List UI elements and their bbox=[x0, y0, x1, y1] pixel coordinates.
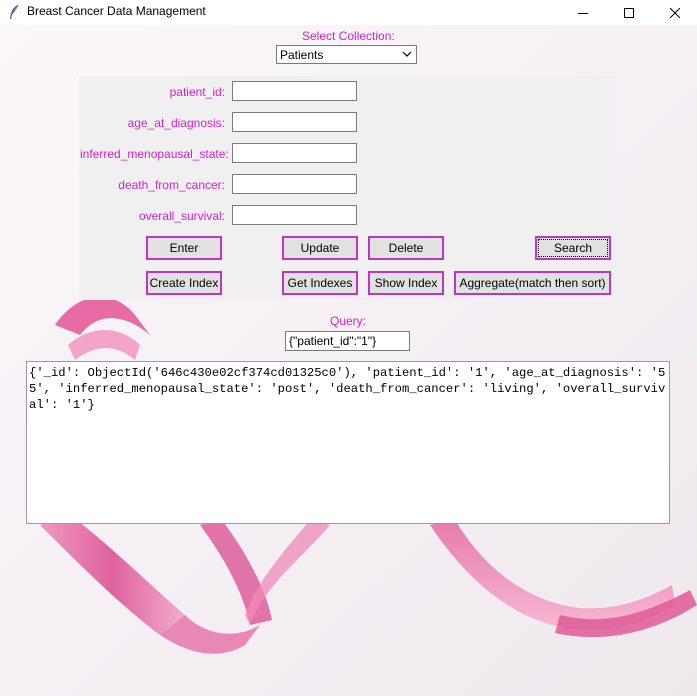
minimize-button[interactable] bbox=[560, 0, 605, 25]
close-icon bbox=[669, 7, 680, 18]
show-index-button[interactable]: Show Index bbox=[368, 271, 444, 295]
enter-button[interactable]: Enter bbox=[146, 236, 222, 260]
get-indexes-button[interactable]: Get Indexes bbox=[282, 271, 358, 295]
inferred-menopausal-state-label: inferred_menopausal_state: bbox=[80, 147, 229, 161]
close-button[interactable] bbox=[652, 0, 697, 25]
patient-id-input[interactable] bbox=[232, 81, 357, 101]
collection-select[interactable]: Patients bbox=[276, 45, 417, 64]
title-bar: Breast Cancer Data Management bbox=[0, 0, 697, 25]
update-button[interactable]: Update bbox=[282, 236, 358, 260]
result-textarea[interactable]: {'_id': ObjectId('646c430e02cf374cd01325… bbox=[26, 361, 670, 524]
aggregate-button[interactable]: Aggregate(match then sort) bbox=[454, 271, 611, 295]
delete-button[interactable]: Delete bbox=[368, 236, 444, 260]
death-from-cancer-input[interactable] bbox=[232, 174, 357, 194]
overall-survival-input[interactable] bbox=[232, 205, 357, 225]
collection-select-value: Patients bbox=[280, 47, 324, 62]
overall-survival-label: overall_survival: bbox=[138, 209, 225, 223]
create-index-button[interactable]: Create Index bbox=[146, 271, 222, 295]
age-at-diagnosis-label: age_at_diagnosis: bbox=[127, 116, 225, 130]
query-input[interactable] bbox=[285, 331, 410, 351]
select-collection-label: Select Collection: bbox=[302, 29, 395, 43]
age-at-diagnosis-input[interactable] bbox=[232, 112, 357, 132]
window-title: Breast Cancer Data Management bbox=[27, 4, 206, 18]
query-label: Query: bbox=[330, 314, 367, 328]
death-from-cancer-label: death_from_cancer: bbox=[118, 178, 225, 192]
maximize-button[interactable] bbox=[606, 0, 651, 25]
feather-icon bbox=[10, 4, 19, 19]
maximize-icon bbox=[623, 7, 634, 18]
patient-id-label: patient_id: bbox=[169, 85, 225, 99]
search-button[interactable]: Search bbox=[535, 236, 611, 260]
chevron-down-icon bbox=[402, 51, 412, 57]
minimize-icon bbox=[577, 12, 588, 14]
inferred-menopausal-state-input[interactable] bbox=[232, 143, 357, 163]
